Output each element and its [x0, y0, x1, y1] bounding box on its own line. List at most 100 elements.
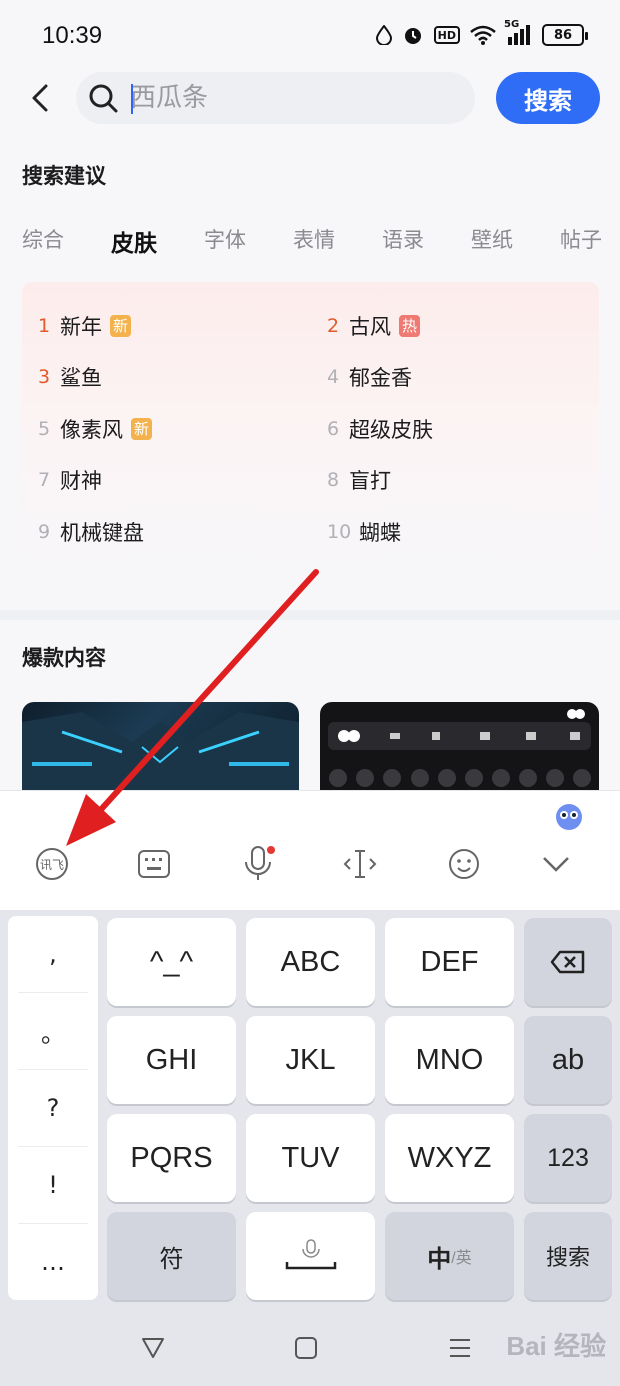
- hd-icon: HD: [433, 26, 460, 44]
- lang-alt-label: /英: [451, 1250, 472, 1267]
- list-item[interactable]: 8 盲打: [327, 462, 391, 498]
- hot-badge: 热: [399, 315, 421, 337]
- suggestion-text: 蝴蝶: [359, 521, 401, 545]
- list-item[interactable]: 1 新年 新: [38, 308, 132, 344]
- rank-number: 7: [38, 469, 51, 491]
- search-input[interactable]: [130, 80, 460, 116]
- input-method-icon[interactable]: 讯飞: [30, 842, 74, 886]
- keyboard-icon[interactable]: [132, 842, 176, 886]
- alarm-icon: [402, 24, 424, 46]
- voice-input-icon[interactable]: [236, 842, 280, 886]
- skin-thumbnail-2[interactable]: [320, 702, 599, 790]
- assistant-mascot-icon[interactable]: [552, 800, 586, 834]
- text-caret: [131, 84, 133, 114]
- language-switch-key[interactable]: 中/英: [385, 1212, 514, 1300]
- network-type-label: 5G: [504, 19, 520, 30]
- input-method-label: 讯飞: [40, 858, 64, 872]
- rank-number: 1: [38, 315, 51, 337]
- punct-key-exclaim[interactable]: !: [8, 1147, 98, 1223]
- keyboard-preview-image: [328, 709, 591, 787]
- square-home-icon: [295, 1337, 317, 1359]
- list-item[interactable]: 4 郁金香: [327, 359, 412, 395]
- nav-home-button[interactable]: [288, 1330, 324, 1366]
- suggestion-text: 古风: [349, 315, 391, 339]
- tab-fonts[interactable]: 字体: [204, 224, 246, 260]
- menu-icon: [450, 1339, 470, 1357]
- list-item[interactable]: 6 超级皮肤: [327, 411, 433, 447]
- section-divider: [0, 610, 620, 620]
- key-jkl[interactable]: JKL: [246, 1016, 375, 1104]
- rank-number: 5: [38, 418, 51, 440]
- wifi-icon: [470, 25, 496, 45]
- search-button[interactable]: 搜索: [496, 72, 600, 124]
- suggestion-text: 盲打: [349, 469, 391, 493]
- nav-back-button[interactable]: [135, 1330, 171, 1366]
- rank-number: 9: [38, 521, 51, 543]
- tab-wallpapers[interactable]: 壁纸: [471, 224, 513, 260]
- hot-search-list: 1 新年 新 3 鲨鱼 5 像素风 新 7 财神 9 机械键盘 2 古风 热 4…: [22, 282, 599, 572]
- key-symbols[interactable]: 符: [107, 1212, 236, 1300]
- punct-key-ellipsis[interactable]: …: [8, 1224, 98, 1300]
- suggestion-text: 新年: [60, 315, 102, 339]
- microphone-small-icon: [285, 1239, 336, 1270]
- new-badge: 新: [110, 315, 132, 337]
- key-tuv[interactable]: TUV: [246, 1114, 375, 1202]
- category-tabs: 综合 皮肤 字体 表情 语录 壁纸 帖子: [22, 224, 602, 260]
- collapse-keyboard-icon[interactable]: [534, 842, 578, 886]
- backspace-key[interactable]: [524, 918, 612, 1006]
- key-emoticon[interactable]: ^_^: [107, 918, 236, 1006]
- list-item[interactable]: 10 蝴蝶: [327, 514, 401, 550]
- water-drop-icon: [375, 25, 392, 45]
- hot-content-title: 爆款内容: [22, 646, 106, 670]
- punct-key-comma[interactable]: ,: [8, 916, 98, 992]
- lang-main-label: 中: [427, 1245, 452, 1273]
- space-key[interactable]: [246, 1212, 375, 1300]
- tab-posts[interactable]: 帖子: [560, 224, 602, 260]
- suggestion-text: 机械键盘: [60, 521, 144, 545]
- suggestion-text: 像素风: [60, 418, 123, 442]
- skin-thumbnail-1[interactable]: [22, 702, 299, 790]
- key-ab-switch[interactable]: ab: [524, 1016, 612, 1104]
- suggestion-text: 超级皮肤: [349, 418, 433, 442]
- triangle-back-icon: [142, 1338, 164, 1358]
- rank-number: 3: [38, 366, 51, 388]
- back-arrow-icon: [32, 84, 48, 112]
- key-def[interactable]: DEF: [385, 918, 514, 1006]
- punct-key-period[interactable]: 。: [8, 993, 98, 1069]
- watermark-text: Bai 经验: [506, 1331, 606, 1361]
- tab-skins[interactable]: 皮肤: [111, 224, 157, 260]
- list-item[interactable]: 2 古风 热: [327, 308, 421, 344]
- punct-key-question[interactable]: ?: [8, 1070, 98, 1146]
- suggestions-title: 搜索建议: [22, 164, 106, 188]
- cursor-icon[interactable]: [338, 842, 382, 886]
- rank-number: 10: [327, 521, 352, 543]
- key-pqrs[interactable]: PQRS: [107, 1114, 236, 1202]
- mecha-preview-image: [22, 712, 299, 790]
- list-item[interactable]: 7 财神: [38, 462, 102, 498]
- nav-menu-button[interactable]: [442, 1330, 478, 1366]
- list-item[interactable]: 3 鲨鱼: [38, 359, 102, 395]
- key-wxyz[interactable]: WXYZ: [385, 1114, 514, 1202]
- back-button[interactable]: [22, 78, 58, 118]
- signal-icon: 5G: [504, 19, 532, 45]
- list-item[interactable]: 9 机械键盘: [38, 514, 144, 550]
- rank-number: 4: [327, 366, 340, 388]
- key-mno[interactable]: MNO: [385, 1016, 514, 1104]
- suggestion-text: 郁金香: [349, 366, 412, 390]
- status-bar: 10:39 HD 5G 86: [0, 0, 620, 72]
- rank-number: 8: [327, 469, 340, 491]
- list-item[interactable]: 5 像素风 新: [38, 411, 153, 447]
- tab-quotes[interactable]: 语录: [382, 224, 424, 260]
- tab-general[interactable]: 综合: [22, 224, 64, 260]
- search-field[interactable]: [76, 72, 475, 124]
- key-numeric[interactable]: 123: [524, 1114, 612, 1202]
- battery-indicator: 86: [542, 24, 588, 46]
- key-ghi[interactable]: GHI: [107, 1016, 236, 1104]
- rank-number: 2: [327, 315, 340, 337]
- keyboard-search-key[interactable]: 搜索: [524, 1212, 612, 1300]
- new-badge: 新: [131, 418, 153, 440]
- key-abc[interactable]: ABC: [246, 918, 375, 1006]
- backspace-icon: [550, 950, 585, 974]
- emoji-icon[interactable]: [442, 842, 486, 886]
- tab-stickers[interactable]: 表情: [293, 224, 335, 260]
